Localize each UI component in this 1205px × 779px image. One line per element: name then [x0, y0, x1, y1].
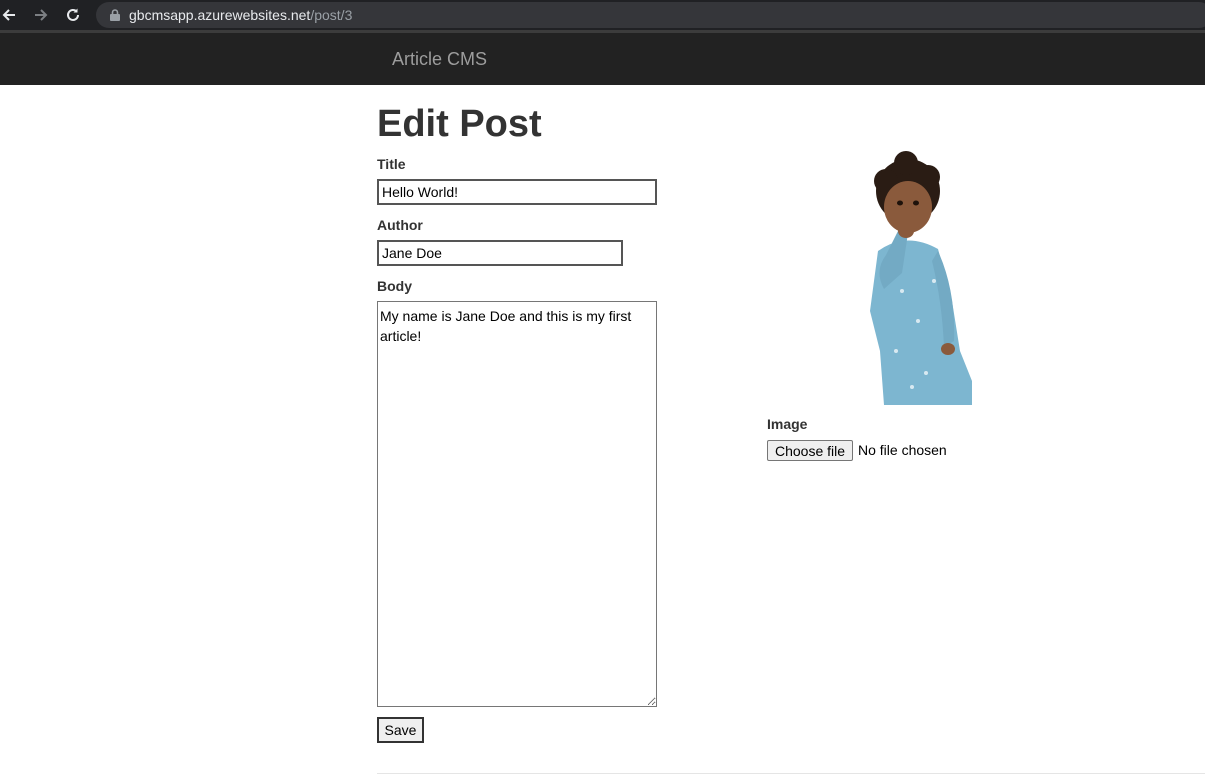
- url-path: /post/3: [310, 7, 353, 23]
- file-status-text: No file chosen: [858, 442, 947, 458]
- reload-icon[interactable]: [61, 3, 85, 27]
- url-host: gbcmsapp.azurewebsites.net: [129, 7, 311, 23]
- title-input[interactable]: [377, 179, 657, 205]
- address-bar[interactable]: gbcmsapp.azurewebsites.net/post/3: [96, 2, 1205, 28]
- browser-toolbar: gbcmsapp.azurewebsites.net/post/3: [0, 0, 1205, 30]
- image-label: Image: [767, 416, 808, 432]
- site-navbar: Article CMS: [0, 33, 1205, 85]
- body-label: Body: [377, 278, 412, 294]
- back-arrow-icon[interactable]: [0, 3, 21, 27]
- choose-file-button[interactable]: Choose file: [767, 440, 853, 461]
- post-image: [870, 151, 972, 405]
- save-button[interactable]: Save: [377, 717, 424, 743]
- url-text: gbcmsapp.azurewebsites.net/post/3: [129, 7, 352, 23]
- title-label: Title: [377, 156, 406, 172]
- lock-icon: [110, 9, 120, 21]
- author-input[interactable]: [377, 240, 623, 266]
- body-textarea[interactable]: My name is Jane Doe and this is my first…: [377, 301, 657, 707]
- forward-arrow-icon[interactable]: [29, 3, 53, 27]
- author-label: Author: [377, 217, 423, 233]
- page-title: Edit Post: [377, 103, 542, 145]
- footer-divider: [377, 773, 1205, 774]
- navbar-brand-link[interactable]: Article CMS: [392, 49, 487, 69]
